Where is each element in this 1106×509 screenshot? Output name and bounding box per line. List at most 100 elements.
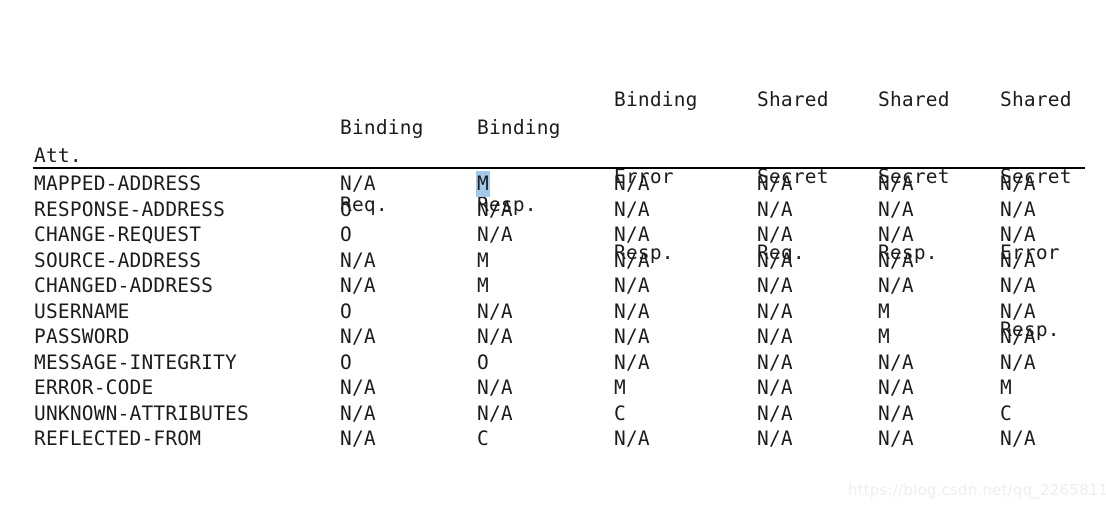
table-cell: N/A [878, 197, 914, 221]
table-cell: N/A [614, 350, 650, 374]
table-cell: N/A [477, 299, 513, 323]
column-header-line: Shared [1000, 88, 1072, 111]
table-cell: N/A [878, 172, 914, 195]
table-cell: M [477, 274, 489, 297]
table-cell: N/A [340, 325, 376, 348]
row-attribute-name: RESPONSE-ADDRESS [34, 197, 226, 221]
table-cell: N/A [614, 325, 650, 348]
table-cell: O [477, 350, 489, 374]
row-attribute-name: ERROR-CODE [34, 376, 154, 399]
document-page: Att. Binding Req. Binding Resp. Binding … [0, 0, 1106, 509]
table-row: SOURCE-ADDRESS N/A M N/A N/A N/A N/A [0, 248, 1106, 274]
column-header-line: Binding [340, 116, 424, 139]
table-cell: N/A [757, 223, 793, 246]
table-cell: N/A [878, 427, 914, 450]
table-cell: O [340, 350, 352, 374]
table-cell: N/A [1000, 248, 1036, 272]
table-cell: N/A [614, 197, 650, 221]
table-cell: N/A [477, 325, 513, 348]
table-cell: N/A [1000, 299, 1036, 323]
table-row: USERNAME O N/A N/A N/A M N/A [0, 299, 1106, 325]
table-cell: N/A [340, 172, 376, 195]
table-row: CHANGED-ADDRESS N/A M N/A N/A N/A N/A [0, 273, 1106, 299]
row-attribute-name: MESSAGE-INTEGRITY [34, 350, 237, 374]
table-cell: N/A [757, 172, 793, 195]
table-cell: N/A [757, 401, 793, 425]
table-cell: N/A [878, 376, 914, 399]
table-cell: N/A [1000, 325, 1036, 348]
table-cell: N/A [340, 274, 376, 297]
column-header-line: Binding [477, 116, 561, 139]
table-cell: N/A [477, 376, 513, 399]
table-cell: N/A [1000, 350, 1036, 374]
table-cell: N/A [757, 325, 793, 348]
table-row: ERROR-CODE N/A N/A M N/A N/A M [0, 375, 1106, 401]
table-cell: N/A [477, 223, 513, 246]
table-cell: O [340, 299, 352, 323]
table-row: PASSWORD N/A N/A N/A N/A M N/A [0, 324, 1106, 350]
selected-cell: M [476, 171, 490, 197]
table-row: REFLECTED-FROM N/A C N/A N/A N/A N/A [0, 426, 1106, 452]
table-cell: N/A [1000, 274, 1036, 297]
table-cell: N/A [614, 274, 650, 297]
table-cell: C [477, 427, 489, 450]
table-cell: N/A [477, 401, 513, 425]
row-attribute-name: MAPPED-ADDRESS [34, 172, 202, 195]
table-cell: N/A [340, 248, 376, 272]
table-cell: O [340, 197, 352, 221]
table-cell: N/A [477, 197, 513, 221]
header-separator-rule [33, 167, 1085, 169]
column-header-line: Binding [614, 88, 698, 111]
table-cell: M [614, 376, 626, 399]
table-cell: N/A [1000, 427, 1036, 450]
row-attribute-name: CHANGE-REQUEST [34, 223, 202, 246]
table-cell: N/A [614, 299, 650, 323]
table-cell: N/A [340, 427, 376, 450]
table-row: MAPPED-ADDRESS N/A M N/A N/A N/A N/A [0, 171, 1106, 197]
table-cell: N/A [757, 274, 793, 297]
row-attribute-name: UNKNOWN-ATTRIBUTES [34, 401, 249, 425]
table-cell: C [614, 401, 626, 425]
row-attribute-name: PASSWORD [34, 325, 130, 348]
table-cell: N/A [1000, 223, 1036, 246]
table-cell: N/A [878, 274, 914, 297]
table-cell: N/A [757, 427, 793, 450]
table-cell: M [477, 248, 489, 272]
table-cell: N/A [757, 350, 793, 374]
table-cell: N/A [878, 223, 914, 246]
table-cell: M [1000, 376, 1012, 399]
table-cell: N/A [757, 376, 793, 399]
table-body: MAPPED-ADDRESS N/A M N/A N/A N/A N/A RESPONSE-A… [0, 171, 1106, 452]
table-row: CHANGE-REQUEST O N/A N/A N/A N/A N/A [0, 222, 1106, 248]
table-cell: M [878, 325, 890, 348]
table-row: RESPONSE-ADDRESS O N/A N/A N/A N/A N/A [0, 197, 1106, 223]
table-cell: N/A [614, 248, 650, 272]
row-attribute-name: SOURCE-ADDRESS [34, 248, 202, 272]
row-attribute-name: REFLECTED-FROM [34, 427, 202, 450]
table-cell: N/A [340, 376, 376, 399]
table-cell: N/A [757, 248, 793, 272]
table-cell: N/A [614, 172, 650, 195]
table-cell: C [1000, 401, 1012, 425]
table-cell: N/A [1000, 172, 1036, 195]
table-row: UNKNOWN-ATTRIBUTES N/A N/A C N/A N/A C [0, 401, 1106, 427]
watermark-text: https://blog.csdn.net/qq_22658119 [848, 481, 1106, 499]
table-cell: N/A [878, 248, 914, 272]
table-cell: O [340, 223, 352, 246]
row-attribute-name: CHANGED-ADDRESS [34, 274, 214, 297]
table-cell: N/A [614, 427, 650, 450]
table-cell: N/A [340, 401, 376, 425]
column-header-line: Shared [757, 88, 829, 111]
table-cell: N/A [878, 401, 914, 425]
table-cell: N/A [757, 299, 793, 323]
table-cell: N/A [1000, 197, 1036, 221]
table-cell: N/A [878, 350, 914, 374]
table-row: MESSAGE-INTEGRITY O O N/A N/A N/A N/A [0, 350, 1106, 376]
row-attribute-name: USERNAME [34, 299, 130, 323]
table-header: Att. Binding Req. Binding Resp. Binding … [0, 28, 1106, 341]
table-cell: N/A [757, 197, 793, 221]
table-cell: N/A [614, 223, 650, 246]
table-cell: M [878, 299, 890, 323]
column-header-line: Shared [878, 88, 950, 111]
column-header-line: Att. [34, 144, 82, 167]
